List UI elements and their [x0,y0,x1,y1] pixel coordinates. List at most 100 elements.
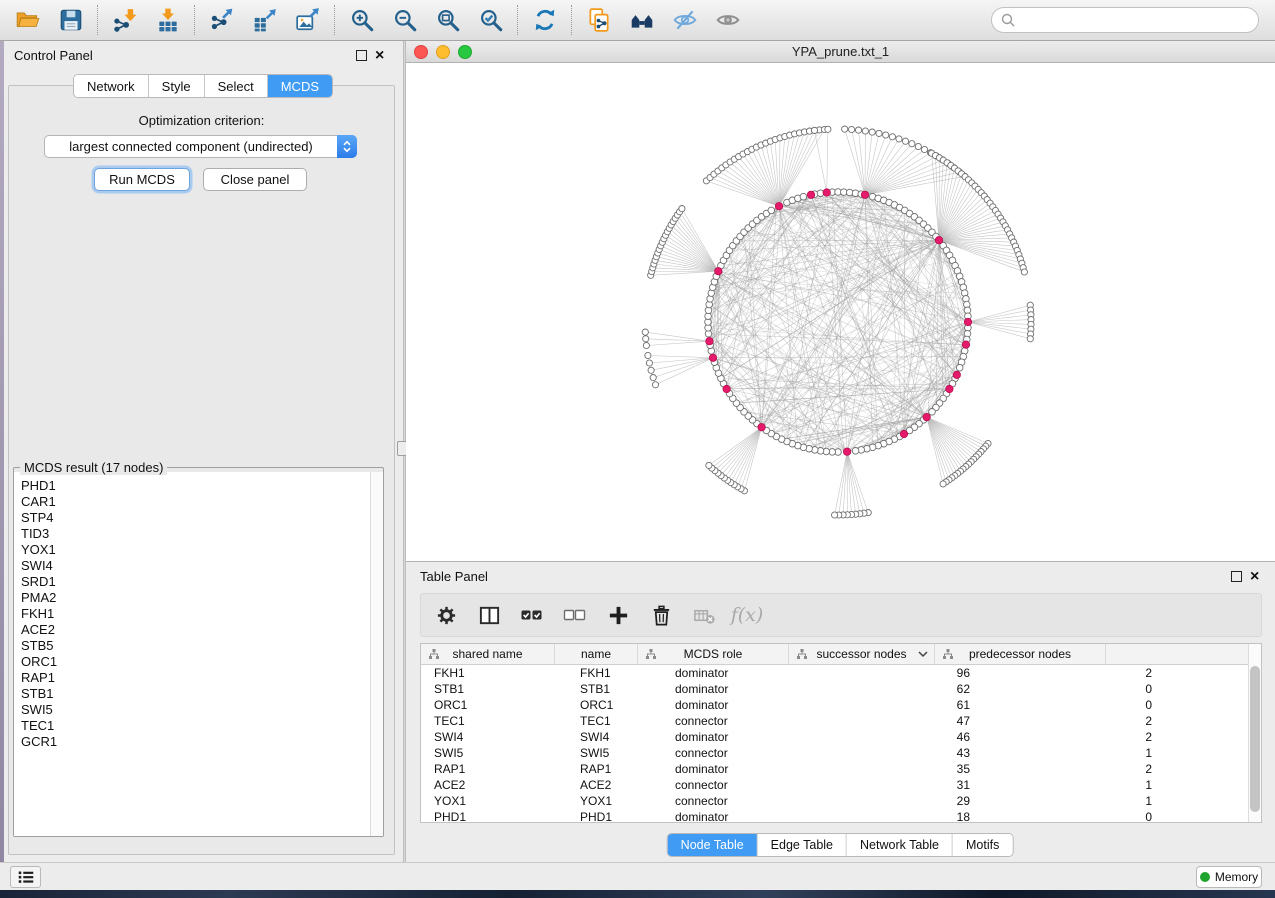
table-row[interactable]: STB1STB1dominator620 [421,681,1261,697]
network-canvas[interactable] [406,63,1275,561]
run-mcds-button[interactable]: Run MCDS [94,168,190,191]
export-table-button[interactable] [243,3,286,37]
mcds-result-item[interactable]: STB5 [21,638,383,654]
open-file-button[interactable] [6,3,49,37]
tab-style[interactable]: Style [149,75,205,97]
mcds-result-item[interactable]: YOX1 [21,542,383,558]
mcds-result-item[interactable]: TEC1 [21,718,383,734]
cell-name: ACE2 [567,778,662,792]
cell-shared-name: PHD1 [421,810,567,824]
column-settings-button[interactable] [433,602,459,628]
search-box[interactable] [991,7,1259,33]
table-row[interactable]: FKH1FKH1dominator962 [421,665,1261,681]
selected-criterion: largest connected component (undirected) [45,139,337,154]
close-panel-button[interactable]: Close panel [203,168,307,191]
optimization-criterion-select[interactable]: largest connected component (undirected) [44,135,357,158]
mcds-result-item[interactable]: FKH1 [21,606,383,622]
float-panel-icon[interactable] [356,50,367,61]
close-panel-icon[interactable]: × [375,51,384,61]
cell-name: PHD1 [567,810,662,824]
mcds-result-item[interactable]: SRD1 [21,574,383,590]
control-panel-window-buttons: × [356,50,384,61]
tree-icon [796,648,808,660]
cell-predecessor-nodes: 1 [982,746,1164,760]
close-panel-icon[interactable]: × [1250,572,1259,582]
table-row[interactable]: TEC1TEC1connector472 [421,713,1261,729]
table-tab-network-table[interactable]: Network Table [847,834,953,856]
cell-predecessor-nodes: 2 [982,730,1164,744]
mcds-result-item[interactable]: ACE2 [21,622,383,638]
node-table: shared namenameMCDS rolesuccessor nodesp… [420,643,1262,823]
table-row[interactable]: SWI4SWI4dominator462 [421,729,1261,745]
first-neighbors-button[interactable] [620,3,663,37]
cell-name: FKH1 [567,666,662,680]
unchecked-boxes-icon [563,603,587,627]
mcds-result-item[interactable]: ORC1 [21,654,383,670]
column-header-successor-nodes[interactable]: successor nodes [789,644,935,664]
memory-button[interactable]: Memory [1196,866,1262,888]
zoom-in-button[interactable] [340,3,383,37]
tab-network[interactable]: Network [74,75,149,97]
mcds-result-item[interactable]: PHD1 [21,478,383,494]
select-all-button[interactable] [519,602,545,628]
mcds-result-item[interactable]: SWI5 [21,702,383,718]
column-header-shared-name[interactable]: shared name [421,644,555,664]
cell-predecessor-nodes: 2 [982,714,1164,728]
table-row[interactable]: ACE2ACE2connector311 [421,777,1261,793]
tab-mcds[interactable]: MCDS [268,75,332,97]
tab-select[interactable]: Select [205,75,268,97]
new-network-from-selection-button[interactable] [577,3,620,37]
float-panel-icon[interactable] [1231,571,1242,582]
table-row[interactable]: RAP1RAP1dominator352 [421,761,1261,777]
export-network-button[interactable] [200,3,243,37]
table-row[interactable]: PHD1PHD1dominator180 [421,809,1261,825]
delete-column-button[interactable] [648,602,674,628]
column-header-name[interactable]: name [555,644,638,664]
delete-table-icon [693,604,716,627]
table-row[interactable]: ORC1ORC1dominator610 [421,697,1261,713]
function-builder-button-disabled: f(x) [734,602,760,628]
control-panel-title: Control Panel [14,48,93,63]
mcds-result-item[interactable]: SWI4 [21,558,383,574]
table-row[interactable]: SWI5SWI5connector431 [421,745,1261,761]
mcds-result-item[interactable]: STB1 [21,686,383,702]
column-header-predecessor-nodes[interactable]: predecessor nodes [935,644,1106,664]
refresh-button[interactable] [523,3,566,37]
task-history-button[interactable] [10,866,41,888]
hide-selected-button[interactable] [663,3,706,37]
mcds-list-scrollbar[interactable] [370,472,383,836]
cell-successor-nodes: 29 [825,794,982,808]
zoom-out-button[interactable] [383,3,426,37]
table-tab-motifs[interactable]: Motifs [953,834,1012,856]
export-image-button[interactable] [286,3,329,37]
mcds-result-item[interactable]: STP4 [21,510,383,526]
show-all-button[interactable] [706,3,749,37]
deselect-all-button[interactable] [562,602,588,628]
mcds-result-list[interactable]: PHD1CAR1STP4TID3YOX1SWI4SRD1PMA2FKH1ACE2… [14,472,383,836]
import-table-button[interactable] [146,3,189,37]
zoom-selected-button[interactable] [469,3,512,37]
column-header-mcds-role[interactable]: MCDS role [638,644,789,664]
toggle-panes-button[interactable] [476,602,502,628]
mcds-result-item[interactable]: GCR1 [21,734,383,750]
table-row[interactable]: YOX1YOX1connector291 [421,793,1261,809]
cell-shared-name: SWI4 [421,730,567,744]
save-session-button[interactable] [49,3,92,37]
tree-icon [645,648,657,660]
zoom-fit-button[interactable] [426,3,469,37]
table-scrollbar-thumb[interactable] [1250,666,1260,812]
import-network-button[interactable] [103,3,146,37]
eye-slash-icon [672,7,698,33]
cell-successor-nodes: 96 [825,666,982,680]
optimization-criterion-label: Optimization criterion: [8,113,395,128]
search-input[interactable] [1016,9,1258,31]
mcds-result-item[interactable]: RAP1 [21,670,383,686]
table-tab-node-table[interactable]: Node Table [668,834,758,856]
mcds-result-item[interactable]: TID3 [21,526,383,542]
mcds-result-item[interactable]: CAR1 [21,494,383,510]
cell-name: ORC1 [567,698,662,712]
table-tab-edge-table[interactable]: Edge Table [758,834,847,856]
add-column-button[interactable] [605,602,631,628]
mcds-result-item[interactable]: PMA2 [21,590,383,606]
network-window-titlebar[interactable]: YPA_prune.txt_1 [406,41,1275,63]
